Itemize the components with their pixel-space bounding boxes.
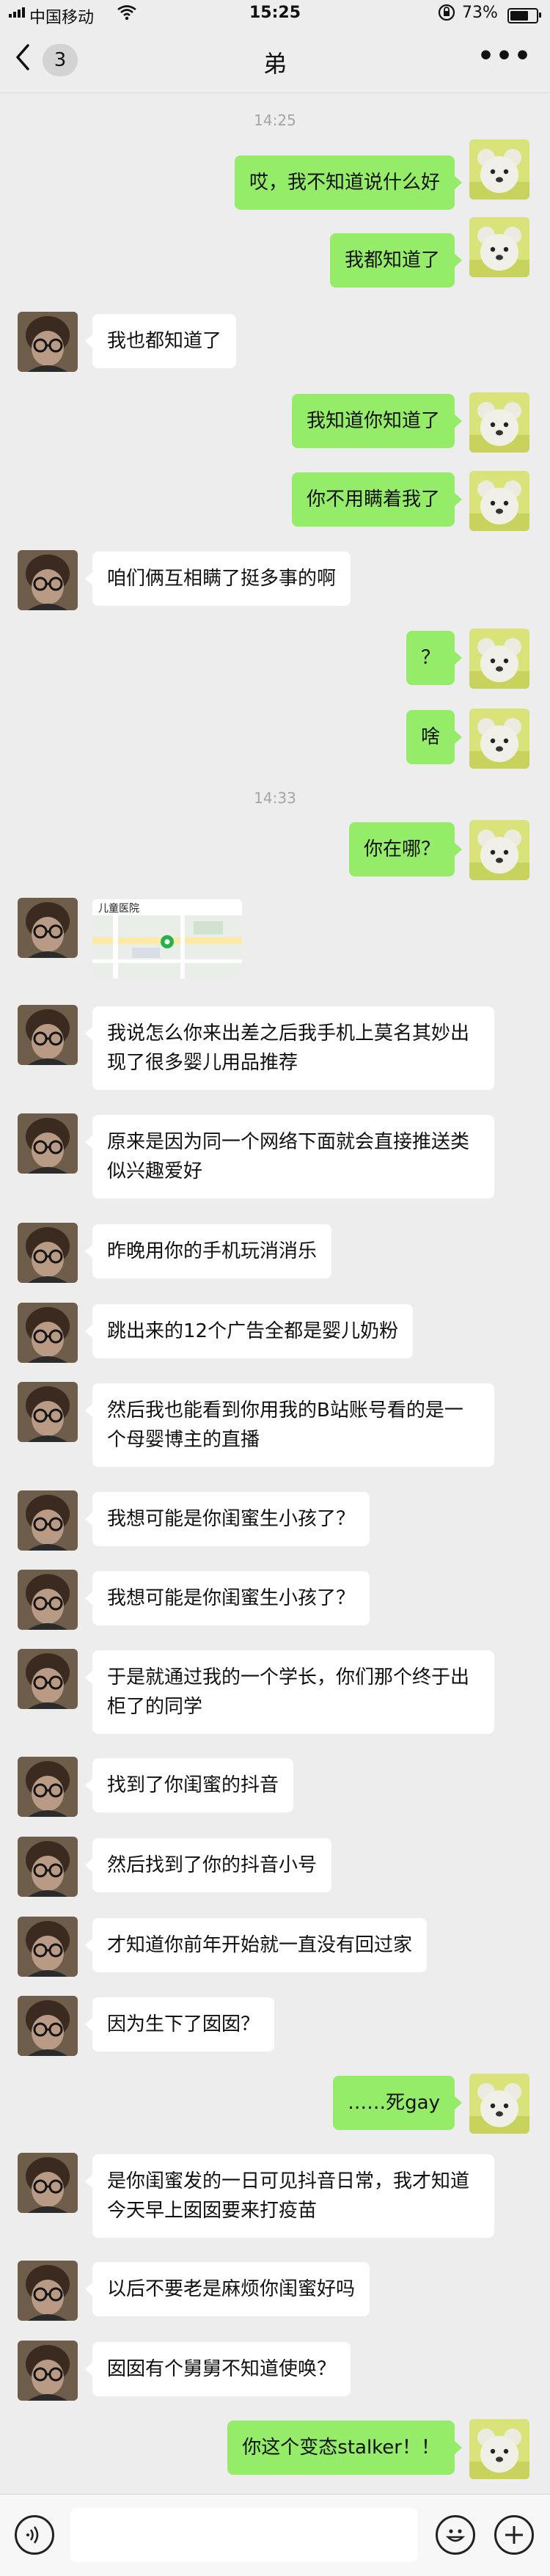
timestamp: 14:25	[254, 111, 296, 129]
incoming-message[interactable]: 囡囡有个舅舅不知道使唤？	[84, 2342, 351, 2396]
my-avatar[interactable]	[469, 2419, 529, 2479]
contact-avatar[interactable]	[18, 1223, 78, 1283]
my-avatar[interactable]	[469, 392, 529, 453]
contact-avatar[interactable]	[18, 1996, 78, 2056]
my-avatar[interactable]	[469, 820, 529, 880]
my-avatar[interactable]	[469, 139, 529, 200]
my-avatar[interactable]	[469, 709, 529, 769]
outgoing-message[interactable]: ？	[406, 631, 463, 685]
contact-avatar[interactable]	[18, 1490, 78, 1551]
emoji-icon[interactable]	[436, 2515, 475, 2555]
contact-avatar[interactable]	[18, 1649, 78, 1709]
contact-avatar[interactable]	[18, 1382, 78, 1442]
battery-icon	[507, 8, 541, 23]
battery-percent: 73%	[462, 4, 498, 22]
timestamp: 14:33	[254, 789, 296, 807]
plus-icon[interactable]	[494, 2515, 534, 2555]
contact-avatar[interactable]	[18, 1570, 78, 1630]
outgoing-message[interactable]: 啥	[406, 710, 463, 764]
my-avatar[interactable]	[469, 217, 529, 277]
my-avatar[interactable]	[469, 471, 529, 531]
outgoing-message[interactable]: 你不用瞒着我了	[291, 472, 463, 527]
incoming-message[interactable]: 找到了你闺蜜的抖音	[84, 1758, 294, 1812]
outgoing-message[interactable]: 我都知道了	[329, 233, 463, 288]
message-input[interactable]	[70, 2508, 418, 2562]
incoming-message[interactable]: 然后找到了你的抖音小号	[84, 1838, 332, 1892]
incoming-message[interactable]: 我也都知道了	[84, 314, 237, 368]
outgoing-message[interactable]: 哎，我不知道说什么好	[234, 155, 463, 210]
outgoing-message[interactable]: 我知道你知道了	[291, 394, 463, 448]
location-message[interactable]: 儿童医院	[92, 899, 242, 978]
incoming-message[interactable]: 跳出来的12个广告全都是婴儿奶粉	[84, 1304, 414, 1358]
contact-avatar[interactable]	[18, 1303, 78, 1363]
outgoing-message[interactable]: ……死gay	[333, 2076, 462, 2130]
contact-avatar[interactable]	[18, 898, 78, 958]
map-thumbnail	[92, 915, 242, 978]
incoming-message[interactable]: 然后我也能看到你用我的B站账号看的是一个母婴博主的直播	[85, 1383, 494, 1467]
incoming-message[interactable]: 我说怎么你来出差之后我手机上莫名其妙出现了很多婴儿用品推荐	[85, 1006, 494, 1090]
incoming-message[interactable]: 咱们俩互相瞒了挺多事的啊	[84, 552, 351, 606]
contact-avatar[interactable]	[18, 2153, 78, 2213]
contact-avatar[interactable]	[18, 550, 78, 610]
outgoing-message[interactable]: 你在哪？	[348, 822, 463, 877]
contact-avatar[interactable]	[18, 1837, 78, 1897]
voice-icon[interactable]	[15, 2515, 54, 2555]
contact-avatar[interactable]	[18, 1113, 78, 1174]
my-avatar[interactable]	[469, 2074, 529, 2134]
incoming-message[interactable]: 我想可能是你闺蜜生小孩了？	[84, 1571, 370, 1625]
contact-avatar[interactable]	[18, 312, 78, 372]
incoming-message[interactable]: 原来是因为同一个网络下面就会直接推送类似兴趣爱好	[85, 1115, 494, 1199]
incoming-message[interactable]: 昨晚用你的手机玩消消乐	[84, 1224, 332, 1278]
incoming-message[interactable]: 以后不要老是麻烦你闺蜜好吗	[84, 2262, 370, 2316]
incoming-message[interactable]: 才知道你前年开始就一直没有回过家	[84, 1918, 428, 1972]
contact-avatar[interactable]	[18, 1005, 78, 1065]
contact-avatar[interactable]	[18, 2341, 78, 2401]
outgoing-message[interactable]: 你这个变态stalker！！	[227, 2421, 462, 2475]
incoming-message[interactable]: 我想可能是你闺蜜生小孩了？	[84, 1492, 370, 1546]
input-bar	[0, 2494, 550, 2576]
my-avatar[interactable]	[469, 629, 529, 689]
contact-avatar[interactable]	[18, 1917, 78, 1977]
status-bar: 中国移动 15:25 73%	[0, 0, 550, 29]
rotation-lock-icon	[437, 3, 456, 26]
incoming-message[interactable]: 于是就通过我的一个学长，你们那个终于出柜了的同学	[85, 1650, 494, 1734]
chat-title: 弟	[263, 50, 287, 78]
chat-header: 3 弟 •••	[0, 29, 550, 93]
more-options-icon[interactable]: •••	[477, 41, 532, 71]
incoming-message[interactable]: 因为生下了囡囡？	[84, 1997, 275, 2052]
contact-avatar[interactable]	[18, 2261, 78, 2321]
contact-avatar[interactable]	[18, 1757, 78, 1817]
incoming-message[interactable]: 是你闺蜜发的一日可见抖音日常，我才知道今天早上囡囡要来打疫苗	[85, 2154, 494, 2238]
